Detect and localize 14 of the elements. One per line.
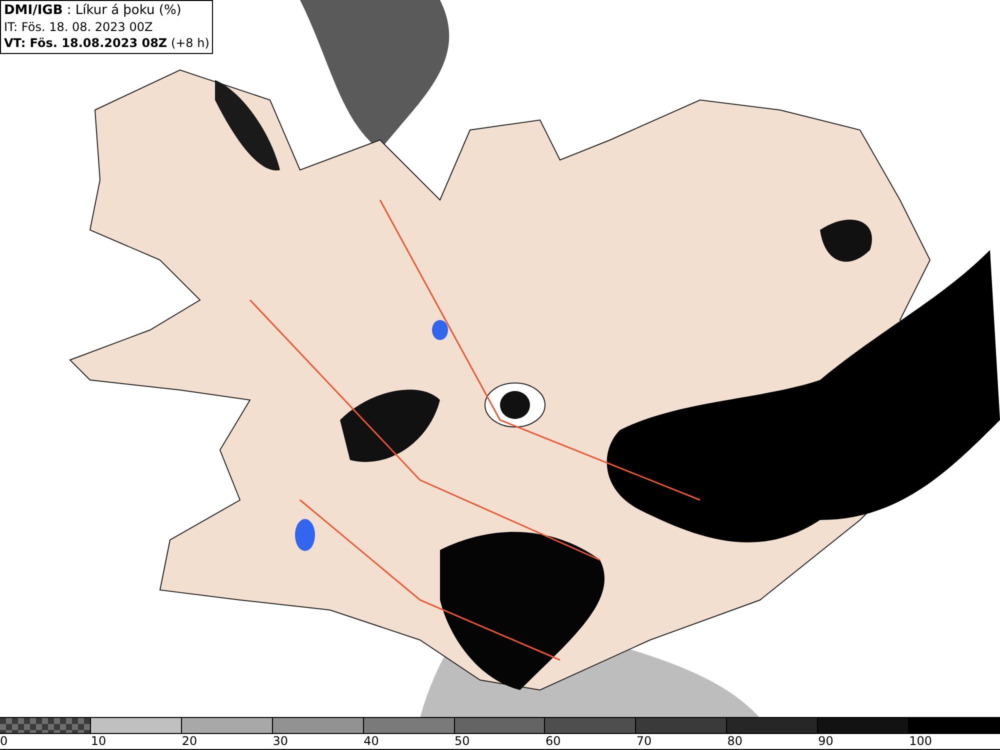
legend-label: 10 bbox=[90, 734, 106, 748]
legend-label: 70 bbox=[636, 734, 652, 748]
legend-label: 60 bbox=[545, 734, 561, 748]
legend-label: 20 bbox=[182, 734, 198, 748]
legend-label: 80 bbox=[727, 734, 743, 748]
legend-label: 30 bbox=[272, 734, 288, 748]
legend-label: 90 bbox=[818, 734, 834, 748]
map-info-line: VT: Fös. 18.08.2023 08Z (+8 h) bbox=[4, 35, 210, 51]
map-info-line: DMI/IGB : Líkur á þoku (%) bbox=[4, 3, 182, 19]
legend-label: 100 bbox=[909, 734, 932, 748]
legend-label: 40 bbox=[364, 734, 379, 748]
map-info-line: IT: Fös. 18. 08. 2023 00Z bbox=[4, 19, 154, 35]
legend-label: 50 bbox=[454, 734, 470, 748]
legend-label: 0 bbox=[0, 734, 8, 748]
